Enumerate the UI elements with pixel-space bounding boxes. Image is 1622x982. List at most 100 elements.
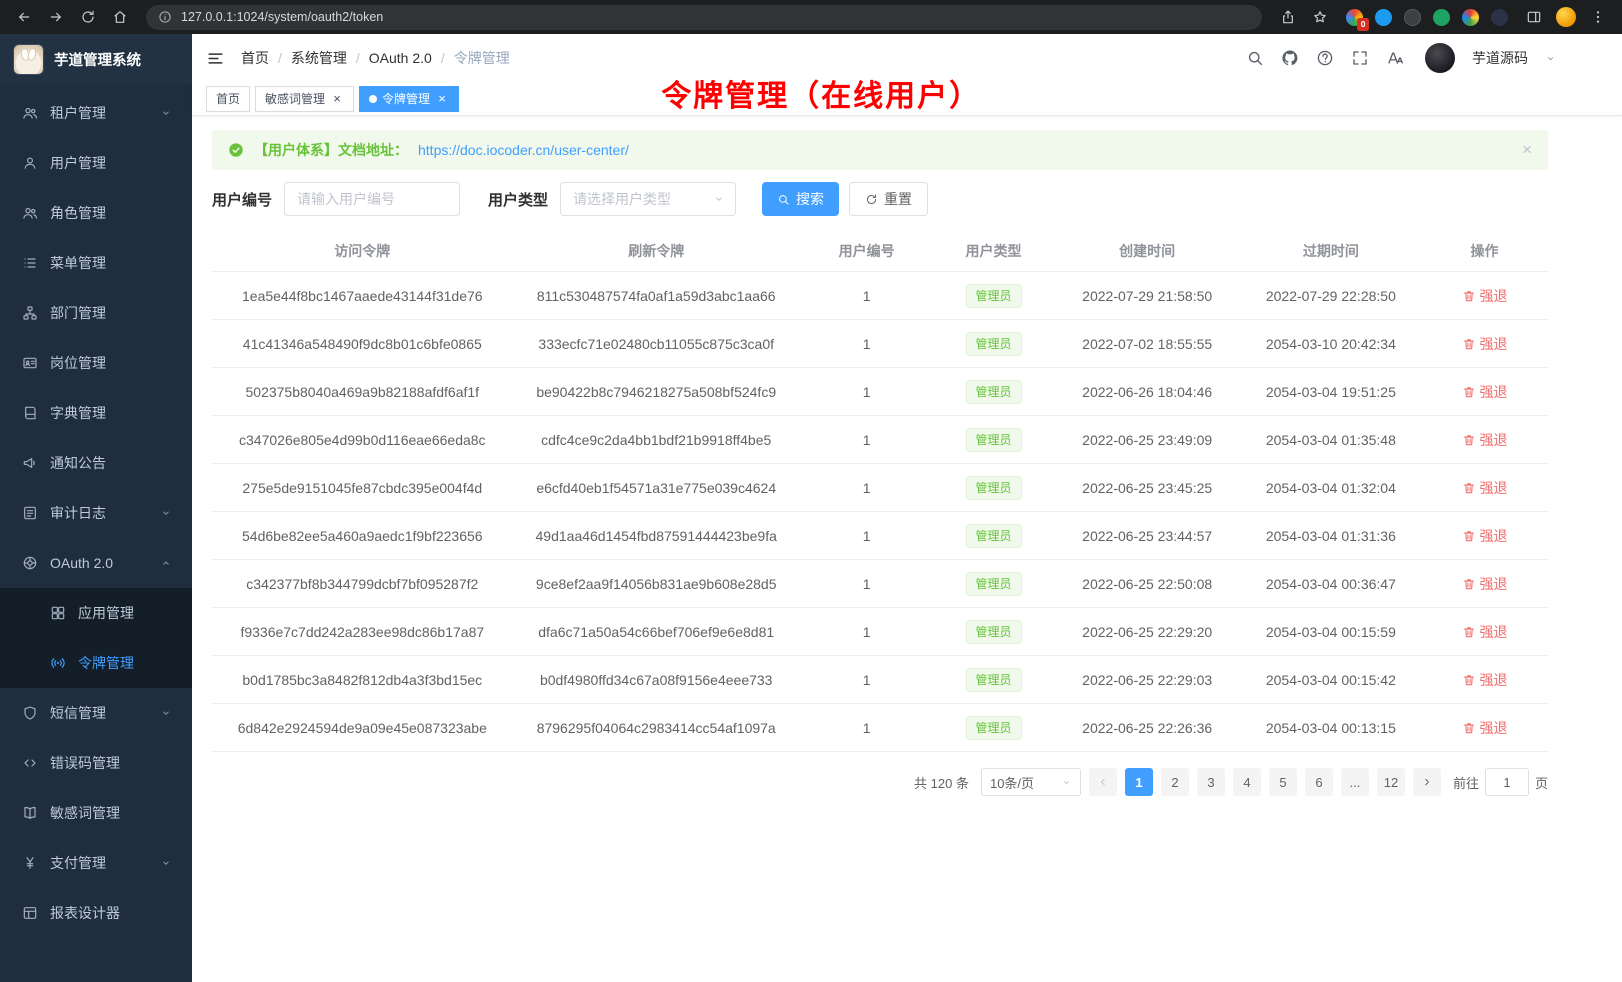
force-logout-label: 强退 — [1480, 670, 1508, 690]
sidebar-item-role[interactable]: 角色管理 — [0, 188, 192, 238]
broadcast-icon — [50, 655, 66, 671]
sidebar-item-user[interactable]: 用户管理 — [0, 138, 192, 188]
tab-home[interactable]: 首页 — [206, 86, 250, 112]
extension-icon[interactable] — [1462, 9, 1479, 26]
sidebar-item-post[interactable]: 岗位管理 — [0, 338, 192, 388]
page-button[interactable]: 6 — [1305, 768, 1333, 796]
page-button[interactable]: 12 — [1377, 768, 1405, 796]
site-info-icon[interactable] — [158, 10, 172, 24]
extension-icon[interactable]: 0 — [1346, 9, 1363, 26]
page-button[interactable]: 3 — [1197, 768, 1225, 796]
sidebar-item-error-code[interactable]: 错误码管理 — [0, 738, 192, 788]
force-logout-button[interactable]: 强退 — [1462, 622, 1508, 642]
column-header: 刷新令牌 — [513, 241, 800, 261]
extension-icon[interactable] — [1375, 9, 1392, 26]
page-button[interactable]: 5 — [1269, 768, 1297, 796]
browser-profile-avatar[interactable] — [1556, 7, 1576, 27]
tab-close-icon[interactable]: × — [330, 92, 344, 106]
force-logout-button[interactable]: 强退 — [1462, 286, 1508, 306]
created-time-cell: 2022-06-25 23:49:09 — [1054, 432, 1241, 448]
force-logout-button[interactable]: 强退 — [1462, 670, 1508, 690]
browser-home-icon[interactable] — [106, 3, 134, 31]
sidebar-item-notice[interactable]: 通知公告 — [0, 438, 192, 488]
collapse-sidebar-icon[interactable] — [206, 49, 225, 68]
tab-token[interactable]: 令牌管理× — [359, 86, 459, 112]
force-logout-button[interactable]: 强退 — [1462, 526, 1508, 546]
bookmark-star-icon[interactable] — [1306, 3, 1334, 31]
table-row: 1ea5e44f8bc1467aaede43144f31de76811c5304… — [212, 272, 1548, 320]
header-actions: 芋道源码 — [1246, 43, 1556, 73]
reset-button[interactable]: 重置 — [849, 182, 928, 216]
browser-forward-icon[interactable] — [42, 3, 70, 31]
access-token-cell: b0d1785bc3a8482f812db4a3f3bd15ec — [212, 672, 513, 688]
breadcrumb-item[interactable]: OAuth 2.0 — [369, 50, 432, 66]
font-size-icon[interactable] — [1386, 49, 1404, 67]
alert-close-icon[interactable]: × — [1522, 140, 1532, 160]
more-pages-button[interactable]: ... — [1341, 768, 1369, 796]
force-logout-button[interactable]: 强退 — [1462, 574, 1508, 594]
sidebar-item-sensitive-word[interactable]: 敏感词管理 — [0, 788, 192, 838]
token-table: 访问令牌刷新令牌用户编号用户类型创建时间过期时间操作1ea5e44f8bc146… — [212, 230, 1548, 752]
sidebar-item-report-designer[interactable]: 报表设计器 — [0, 888, 192, 938]
trash-icon — [1462, 289, 1476, 303]
force-logout-button[interactable]: 强退 — [1462, 382, 1508, 402]
goto-page-input[interactable] — [1485, 768, 1529, 796]
page-size-select[interactable]: 10条/页 — [981, 768, 1081, 796]
next-page-button[interactable] — [1413, 768, 1441, 796]
share-icon[interactable] — [1274, 3, 1302, 31]
user-menu-caret-icon[interactable] — [1545, 53, 1556, 64]
user-type-select[interactable]: 请选择用户类型 — [560, 182, 736, 216]
sidebar-item-audit-log[interactable]: 审计日志 — [0, 488, 192, 538]
page-button[interactable]: 4 — [1233, 768, 1261, 796]
user-id-input[interactable] — [284, 182, 460, 216]
url-text[interactable]: 127.0.0.1:1024/system/oauth2/token — [181, 10, 383, 24]
doc-link[interactable]: https://doc.iocoder.cn/user-center/ — [418, 142, 629, 158]
sidebar-item-dict[interactable]: 字典管理 — [0, 388, 192, 438]
breadcrumb-item[interactable]: 首页 — [241, 48, 269, 68]
extension-icon[interactable] — [1433, 9, 1450, 26]
page-button[interactable]: 2 — [1161, 768, 1189, 796]
prev-page-button[interactable] — [1089, 768, 1117, 796]
expire-time-cell: 2054-03-04 00:13:15 — [1241, 720, 1421, 736]
info-alert: 【用户体系】文档地址： https://doc.iocoder.cn/user-… — [212, 130, 1548, 170]
address-bar[interactable]: 127.0.0.1:1024/system/oauth2/token — [146, 5, 1262, 30]
user-id-cell: 1 — [800, 624, 934, 640]
sidebar-item-dept[interactable]: 部门管理 — [0, 288, 192, 338]
breadcrumb-item[interactable]: 令牌管理 — [454, 48, 510, 68]
sidebar-item-sms[interactable]: 短信管理 — [0, 688, 192, 738]
tab-sensitive-word[interactable]: 敏感词管理× — [255, 86, 354, 112]
browser-menu-icon[interactable] — [1584, 3, 1612, 31]
search-button[interactable]: 搜索 — [762, 182, 839, 216]
extension-icon[interactable] — [1491, 9, 1508, 26]
github-icon[interactable] — [1281, 49, 1299, 67]
sidebar-item-token[interactable]: 令牌管理 — [0, 638, 192, 688]
search-icon[interactable] — [1246, 49, 1264, 67]
page-button[interactable]: 1 — [1125, 768, 1153, 796]
sidebar-item-app[interactable]: 应用管理 — [0, 588, 192, 638]
sidebar-item-menu[interactable]: 菜单管理 — [0, 238, 192, 288]
force-logout-label: 强退 — [1480, 526, 1508, 546]
username[interactable]: 芋道源码 — [1472, 48, 1528, 68]
force-logout-button[interactable]: 强退 — [1462, 430, 1508, 450]
extension-icon[interactable] — [1404, 9, 1421, 26]
browser-reload-icon[interactable] — [74, 3, 102, 31]
chevron-right-icon — [1421, 776, 1433, 788]
force-logout-button[interactable]: 强退 — [1462, 478, 1508, 498]
tab-close-icon[interactable]: × — [435, 92, 449, 106]
fullscreen-icon[interactable] — [1351, 49, 1369, 67]
browser-back-icon[interactable] — [10, 3, 38, 31]
app-logo[interactable]: 芋道管理系统 — [0, 34, 192, 84]
main-area: 首页/系统管理/OAuth 2.0/令牌管理 芋道源码 令牌管理（在线用户） 首… — [192, 34, 1622, 982]
user-avatar[interactable] — [1425, 43, 1455, 73]
force-logout-button[interactable]: 强退 — [1462, 334, 1508, 354]
help-icon[interactable] — [1316, 49, 1334, 67]
sidebar-item-oauth2[interactable]: OAuth 2.0 — [0, 538, 192, 588]
split-view-icon[interactable] — [1520, 3, 1548, 31]
sidebar-item-tenant[interactable]: 租户管理 — [0, 88, 192, 138]
force-logout-button[interactable]: 强退 — [1462, 718, 1508, 738]
chevron-down-icon — [1061, 777, 1072, 788]
table-row: 41c41346a548490f9dc8b01c6bfe0865333ecfc7… — [212, 320, 1548, 368]
breadcrumb-item[interactable]: 系统管理 — [291, 48, 347, 68]
user-type-badge: 管理员 — [966, 284, 1022, 308]
sidebar-item-pay[interactable]: 支付管理 — [0, 838, 192, 888]
